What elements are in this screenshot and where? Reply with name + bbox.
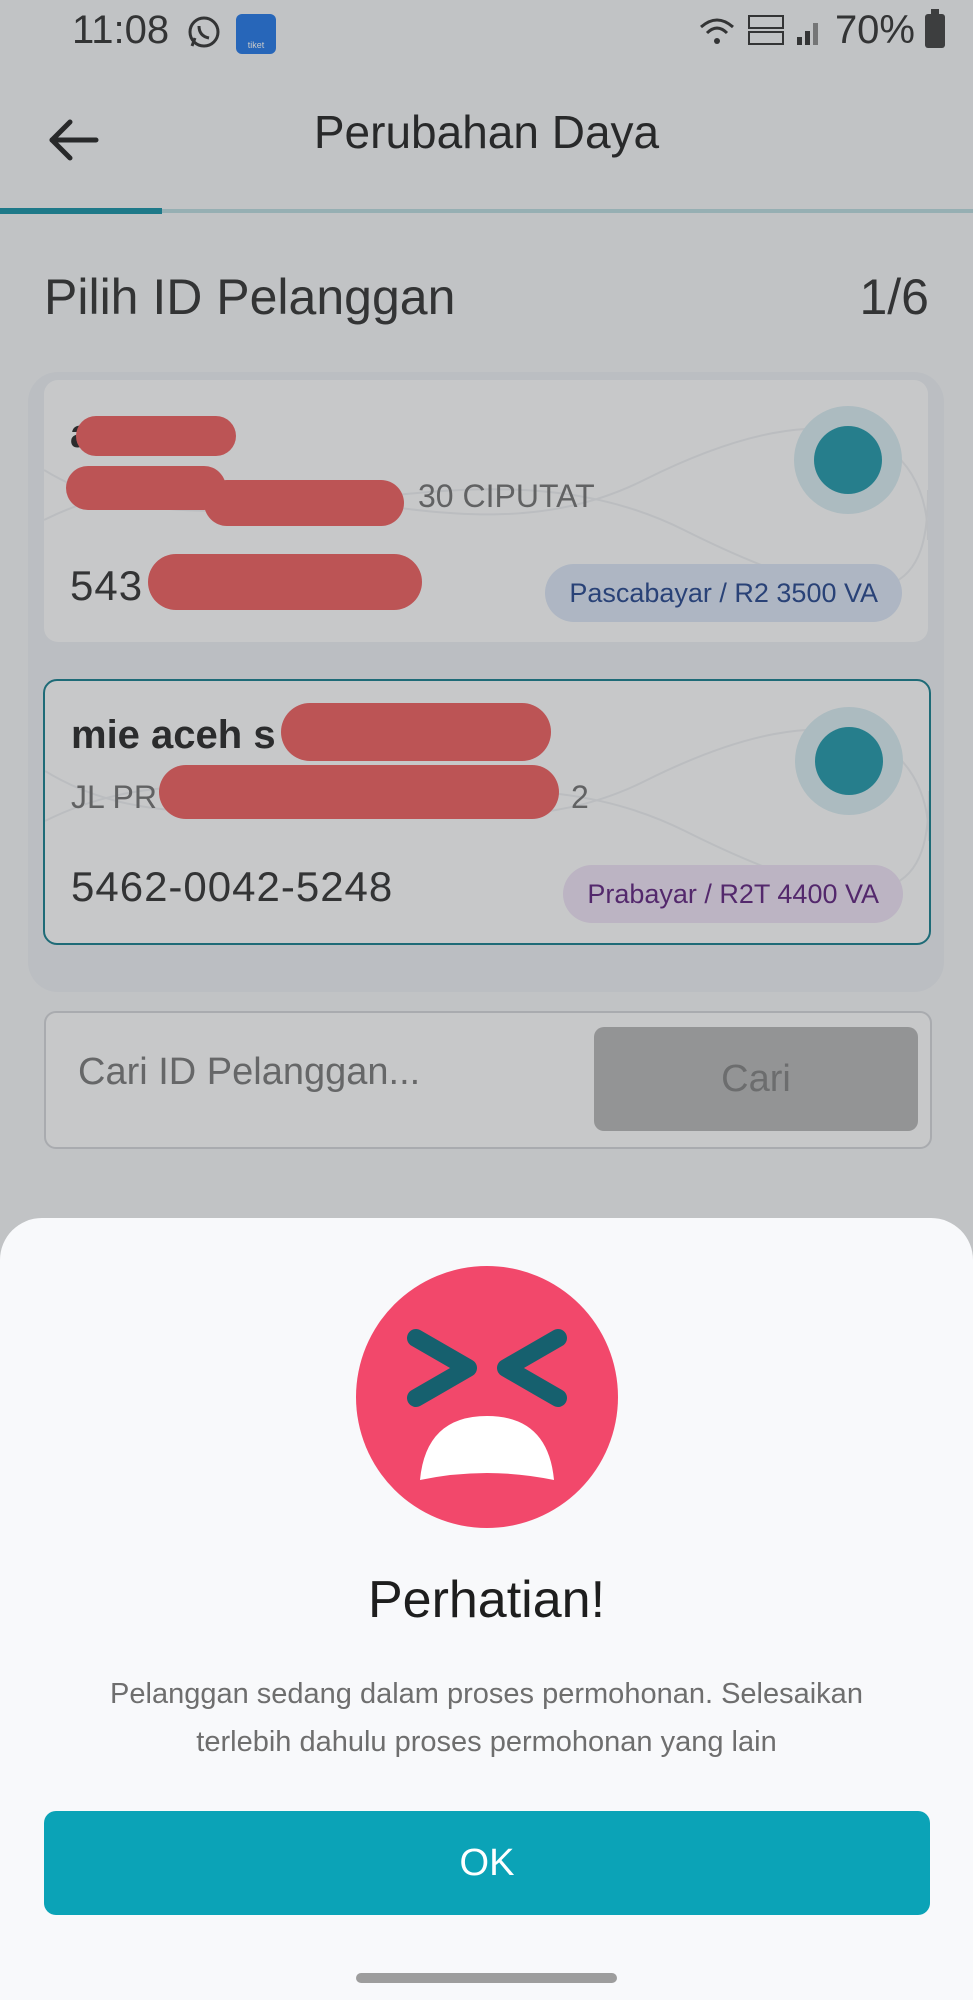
dialog-title: Perhatian! <box>367 1571 606 1629</box>
ok-button[interactable]: OK <box>44 1811 930 1915</box>
home-indicator[interactable] <box>356 1973 617 1983</box>
dialog-message: Pelanggan sedang dalam proses permohonan… <box>110 1678 863 1758</box>
sad-face-icon <box>356 1266 618 1528</box>
